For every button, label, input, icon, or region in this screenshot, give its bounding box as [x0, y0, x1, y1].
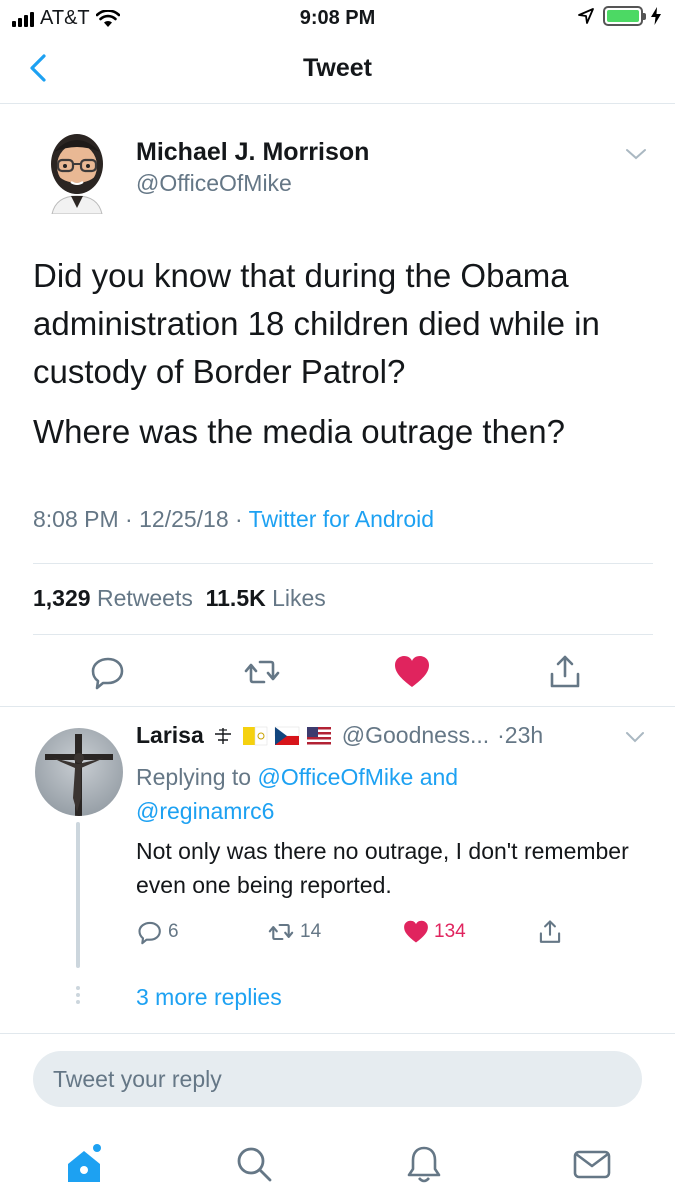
reply-time: ·23h: [497, 722, 544, 748]
divider: [33, 563, 653, 564]
tweet-source-link[interactable]: Twitter for Android: [249, 506, 434, 532]
avatar[interactable]: [44, 126, 110, 214]
home-icon[interactable]: [62, 1142, 106, 1186]
likes-label[interactable]: Likes: [272, 585, 326, 611]
tweet-text-paragraph-1: Did you know that during the Obama admin…: [33, 257, 600, 390]
tweet-time: 8:08 PM: [33, 506, 119, 532]
messages-icon[interactable]: [570, 1142, 614, 1186]
thread-line: [76, 822, 80, 968]
battery-icon: [603, 6, 646, 26]
nav-bar: Tweet: [0, 36, 675, 104]
replying-and[interactable]: and: [420, 764, 458, 790]
share-icon[interactable]: [545, 652, 585, 692]
czech-flag-icon: [274, 726, 300, 745]
retweets-count[interactable]: 1,329: [33, 585, 91, 611]
reply-author-name[interactable]: Larisa: [136, 722, 204, 749]
reply-input[interactable]: [33, 1051, 642, 1107]
reply-share-button[interactable]: [536, 918, 564, 946]
retweet-icon: [268, 923, 294, 941]
tweet-text: Did you know that during the Obama admin…: [33, 252, 653, 456]
location-icon: [578, 8, 594, 24]
author-handle[interactable]: @OfficeOfMike: [136, 170, 292, 197]
more-replies-link[interactable]: 3 more replies: [136, 984, 282, 1011]
reply-count: 6: [168, 921, 179, 942]
reply-icon[interactable]: [88, 652, 128, 692]
search-icon[interactable]: [232, 1142, 276, 1186]
tweet-stats: 1,329 Retweets 11.5K Likes: [33, 585, 326, 612]
cross-icon: [214, 727, 231, 744]
compose-area: [0, 1033, 675, 1200]
likes-count[interactable]: 11.5K: [206, 585, 266, 611]
status-time: 9:08 PM: [299, 7, 376, 29]
reply-reply-button[interactable]: 6: [136, 918, 179, 946]
notifications-icon[interactable]: [402, 1142, 446, 1186]
replying-prefix: Replying to: [136, 764, 252, 790]
retweets-label[interactable]: Retweets: [97, 585, 193, 611]
like-icon: [404, 920, 428, 943]
reply-header: Larisa @Goodness... ·23h: [136, 722, 543, 749]
status-right: [577, 6, 661, 26]
share-icon: [539, 920, 561, 943]
reply-retweet-button[interactable]: 14: [266, 918, 321, 946]
status-bar: AT&T 9:08 PM: [0, 0, 675, 36]
divider: [33, 634, 653, 635]
replying-link-2[interactable]: @reginamrc6: [136, 798, 274, 824]
retweet-icon[interactable]: [242, 652, 282, 692]
chevron-down-icon[interactable]: [624, 146, 648, 162]
avatar[interactable]: [35, 728, 123, 816]
like-icon[interactable]: [392, 652, 432, 692]
reply-text: Not only was there no outrage, I don't r…: [136, 838, 629, 898]
us-flag-icon: [306, 726, 331, 745]
reply-actions: 6 14 134: [136, 918, 586, 948]
author-name[interactable]: Michael J. Morrison: [136, 138, 369, 167]
replying-link-1[interactable]: @OfficeOfMike: [257, 764, 413, 790]
vatican-flag-icon: [242, 726, 268, 745]
thread-dots: [76, 986, 80, 1004]
retweet-count: 14: [300, 921, 322, 942]
reply-icon: [138, 921, 161, 945]
tweet-date: 12/25/18: [139, 506, 229, 532]
tweet-text-paragraph-2: Where was the media outrage then?: [33, 413, 565, 450]
tweet-meta: 8:08 PM · 12/25/18 · Twitter for Android: [33, 506, 435, 532]
like-count: 134: [434, 921, 466, 942]
page-title: Tweet: [303, 54, 372, 82]
battery-fill: [607, 10, 639, 22]
replying-to: Replying to @OfficeOfMike and @reginamrc…: [136, 760, 636, 828]
chevron-down-icon[interactable]: [624, 730, 646, 744]
reply-author-handle[interactable]: @Goodness...: [342, 722, 489, 749]
tab-bar: [0, 1136, 675, 1192]
tweet-actions: [0, 648, 675, 694]
charging-icon: [651, 7, 661, 25]
reply-like-button[interactable]: 134: [402, 918, 466, 946]
divider: [0, 706, 675, 707]
